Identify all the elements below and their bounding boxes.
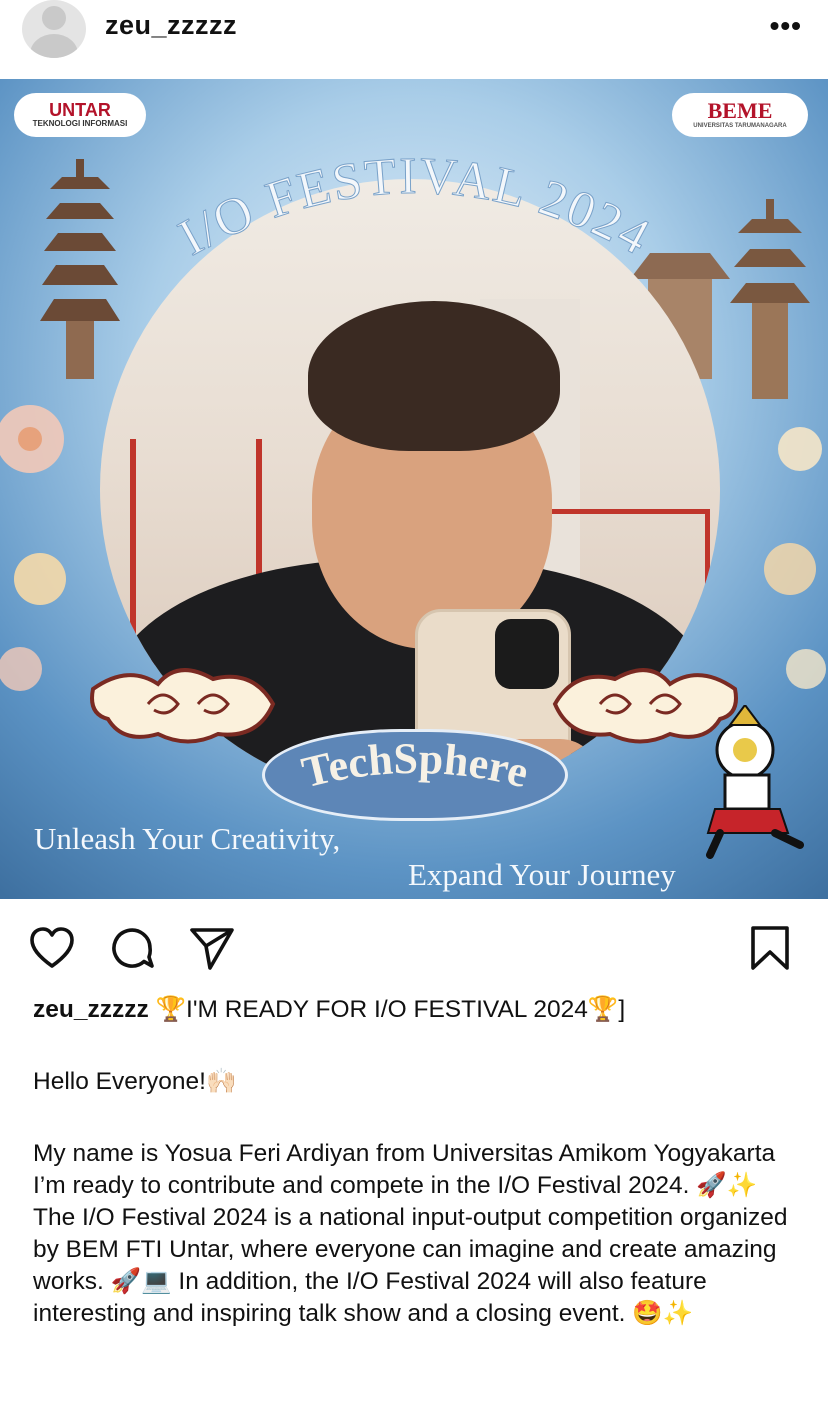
photo-person-hair bbox=[308, 301, 560, 451]
avatar[interactable] bbox=[22, 0, 86, 58]
poster-tagline-2: Expand Your Journey bbox=[408, 857, 676, 892]
caption-headline-line: zeu_zzzzz 🏆I'M READY FOR I/O FESTIVAL 20… bbox=[33, 994, 803, 1026]
post-header: zeu_zzzzz ••• bbox=[0, 0, 828, 78]
festival-title-arc: I/O FESTIVAL 2024 bbox=[169, 147, 660, 267]
comment-icon[interactable] bbox=[108, 924, 156, 972]
caption-username[interactable]: zeu_zzzzz bbox=[33, 996, 149, 1023]
techsphere-banner-text: TechSphere bbox=[297, 734, 533, 797]
flower-decoration-left bbox=[0, 405, 66, 691]
heart-icon[interactable] bbox=[28, 924, 76, 972]
post-image[interactable]: UNTAR TEKNOLOGI INFORMASI BEME UNIVERSIT… bbox=[0, 79, 828, 899]
techsphere-banner-text-svg: TechSphere bbox=[297, 734, 533, 797]
svg-text:I/O FESTIVAL 2024: I/O FESTIVAL 2024 bbox=[170, 148, 660, 267]
festival-title-text: I/O FESTIVAL 2024 bbox=[169, 147, 658, 267]
avatar-placeholder-head bbox=[42, 6, 66, 30]
caption-greeting: Hello Everyone!🙌🏻 bbox=[33, 1068, 237, 1095]
mascot-character bbox=[706, 705, 804, 859]
post-caption: zeu_zzzzz 🏆I'M READY FOR I/O FESTIVAL 20… bbox=[33, 994, 803, 1330]
caption-headline: 🏆I'M READY FOR I/O FESTIVAL 2024🏆] bbox=[148, 996, 626, 1023]
caption-body: My name is Yosua Feri Ardiyan from Unive… bbox=[33, 1140, 788, 1327]
bookmark-icon[interactable] bbox=[746, 924, 794, 972]
poster-tagline-1: Unleash Your Creativity, bbox=[34, 821, 341, 856]
cloud-ornament-left bbox=[90, 668, 276, 744]
flower-decoration-right bbox=[764, 427, 826, 689]
send-icon[interactable] bbox=[188, 924, 236, 972]
techsphere-banner: TechSphere bbox=[262, 729, 568, 821]
post-action-bar bbox=[0, 920, 828, 976]
avatar-placeholder-body bbox=[30, 34, 78, 58]
post-author-username[interactable]: zeu_zzzzz bbox=[105, 10, 237, 41]
more-options-icon[interactable]: ••• bbox=[770, 10, 802, 42]
svg-text:TechSphere: TechSphere bbox=[297, 734, 533, 797]
